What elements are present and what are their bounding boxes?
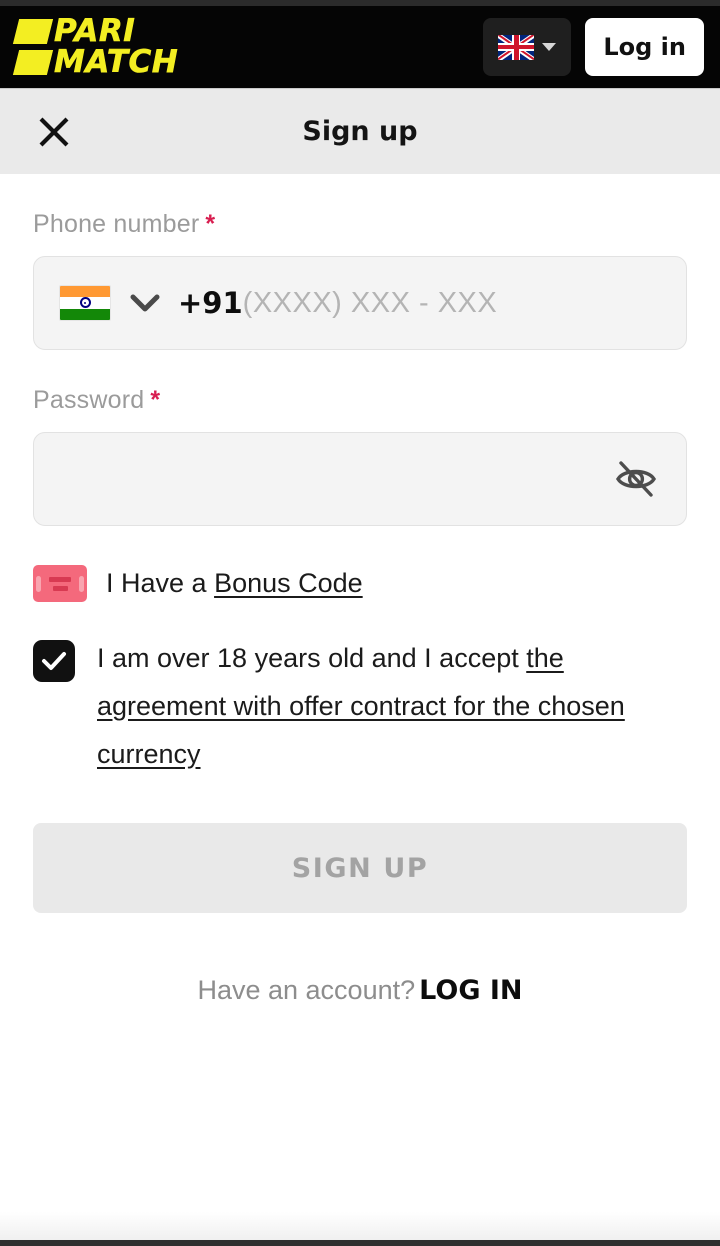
sign-up-button[interactable]: SIGN UP <box>33 823 687 913</box>
password-required-mark: * <box>150 386 161 414</box>
caret-down-icon <box>542 43 557 51</box>
signup-form: Phone number * +91 (XXXX) XXX - XXX Passw… <box>0 174 720 1006</box>
close-icon[interactable] <box>33 111 75 153</box>
parimatch-logo[interactable]: PARI MATCH <box>12 12 179 80</box>
footer-login-row: Have an account? LOG IN <box>0 975 720 1006</box>
modal-title-bar: Sign up <box>0 88 720 174</box>
bonus-code-row[interactable]: I Have a Bonus Code <box>33 565 363 602</box>
logo-line-1: PARI <box>12 12 178 49</box>
ticket-bar <box>49 576 71 582</box>
brand-header: PARI MATCH Log in <box>0 6 720 88</box>
password-label-text: Password <box>33 386 145 414</box>
password-label: Password * <box>33 386 720 415</box>
india-flag-icon <box>60 286 110 320</box>
phone-label-text: Phone number <box>33 210 200 238</box>
terms-row: I am over 18 years old and I accept the … <box>33 634 687 778</box>
header-login-button[interactable]: Log in <box>585 18 704 76</box>
logo-slab-icon <box>12 18 54 44</box>
chevron-down-icon[interactable] <box>130 293 160 313</box>
phone-input[interactable]: (XXXX) XXX - XXX <box>243 287 498 320</box>
terms-prefix: I am over 18 years old and I accept <box>97 643 527 673</box>
checkmark-icon <box>42 652 66 670</box>
phone-input-box[interactable]: +91 (XXXX) XXX - XXX <box>33 256 687 350</box>
terms-checkbox[interactable] <box>33 640 75 682</box>
ticket-bar <box>52 585 68 591</box>
phone-label: Phone number * <box>33 210 720 239</box>
bonus-code-text: I Have a Bonus Code <box>106 568 363 599</box>
password-input-box[interactable] <box>33 432 687 526</box>
signup-page: PARI MATCH Log in Sign up Phone number *… <box>0 0 720 1246</box>
bonus-code-link[interactable]: Bonus Code <box>214 568 363 598</box>
terms-text: I am over 18 years old and I accept the … <box>97 634 687 778</box>
logo-word-pari: PARI <box>54 12 136 49</box>
logo-line-2: MATCH <box>12 44 179 80</box>
footer-login-link[interactable]: LOG IN <box>419 975 522 1006</box>
bonus-code-prefix: I Have a <box>106 568 215 598</box>
country-dial-code: +91 <box>178 286 243 320</box>
header-actions: Log in <box>483 18 704 76</box>
bottom-fade <box>0 1212 720 1240</box>
uk-flag-icon <box>498 34 535 60</box>
logo-word-match: MATCH <box>54 44 179 80</box>
bottom-bar <box>0 1240 720 1246</box>
language-selector[interactable] <box>483 18 572 76</box>
phone-required-mark: * <box>205 210 216 238</box>
eye-off-icon[interactable] <box>614 459 658 499</box>
logo-slab-icon <box>12 50 54 76</box>
page-title: Sign up <box>302 116 418 147</box>
footer-prompt: Have an account? <box>197 975 416 1005</box>
ticket-icon <box>33 565 87 602</box>
